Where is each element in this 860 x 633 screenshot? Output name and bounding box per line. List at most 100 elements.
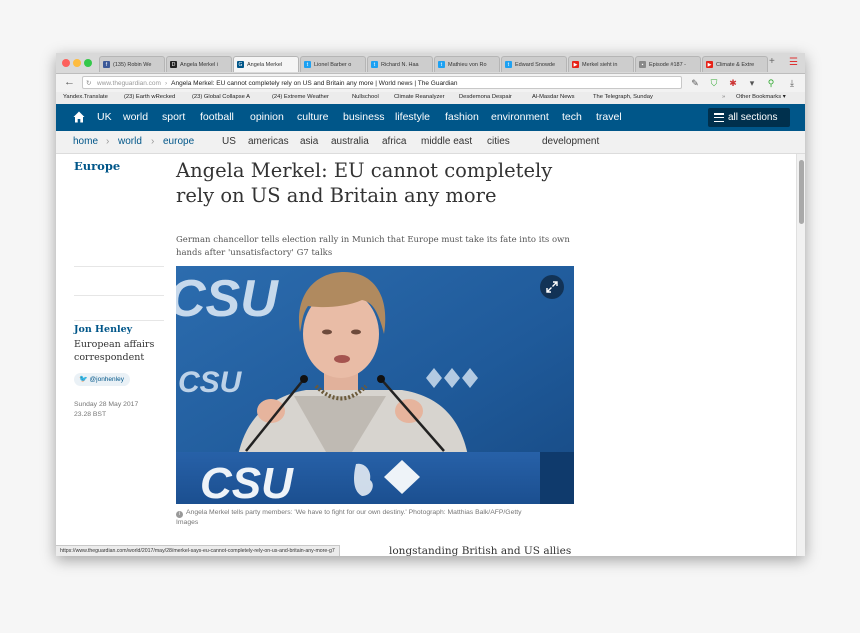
- subnav-link-asia[interactable]: asia: [300, 136, 318, 147]
- nav-item-uk[interactable]: UK: [97, 111, 112, 123]
- twitter-handle-button[interactable]: 🐦 @jonhenley: [74, 373, 130, 386]
- browser-tab[interactable]: D Angela Merkel i: [166, 56, 232, 72]
- nav-item-opinion[interactable]: opinion: [250, 111, 284, 123]
- tab-list: f (135) Robin We D Angela Merkel i G Angela M…: [99, 56, 769, 73]
- nav-item-sport[interactable]: sport: [162, 111, 185, 123]
- bookmark-item[interactable]: Nullschool: [352, 94, 379, 100]
- nav-item-world[interactable]: world: [123, 111, 148, 123]
- breadcrumb-separator-icon: ›: [151, 136, 155, 147]
- expand-photo-button[interactable]: [540, 275, 564, 299]
- menu-icon: [714, 113, 724, 124]
- photo-caption: i Angela Merkel tells party members: 'We …: [176, 508, 536, 528]
- nav-item-football[interactable]: football: [200, 111, 234, 123]
- nav-item-fashion[interactable]: fashion: [445, 111, 479, 123]
- scrollbar[interactable]: [796, 154, 805, 556]
- divider: [74, 295, 164, 296]
- browser-tab[interactable]: ▶ Climate & Extre: [702, 56, 768, 72]
- all-sections-button[interactable]: all sections: [708, 108, 790, 127]
- nav-item-travel[interactable]: travel: [596, 111, 622, 123]
- new-tab-icon[interactable]: +: [769, 56, 775, 67]
- toolbar: ← ↻ www.theguardian.com › Angela Merkel: E…: [56, 74, 805, 92]
- search-extension-icon[interactable]: ⚲: [766, 78, 776, 88]
- twitter-icon: t: [505, 61, 512, 68]
- browser-tab[interactable]: t Richard N. Haa: [367, 56, 433, 72]
- article-body-text: longstanding British and US allies: [389, 545, 572, 556]
- section-label[interactable]: Europe: [74, 159, 120, 173]
- browser-tab[interactable]: t Lionel Barber o: [300, 56, 366, 72]
- author-role: European affairs correspondent: [74, 339, 155, 363]
- caption-text: Angela Merkel tells party members: 'We h…: [176, 509, 522, 526]
- nav-item-business[interactable]: business: [343, 111, 384, 123]
- home-icon[interactable]: [73, 111, 85, 123]
- address-bar[interactable]: ↻ www.theguardian.com › Angela Merkel: EU …: [82, 76, 682, 89]
- browser-tab[interactable]: f (135) Robin We: [99, 56, 165, 72]
- bug-extension-icon[interactable]: ✱: [728, 78, 738, 88]
- breadcrumb-world[interactable]: world: [118, 136, 142, 147]
- podium-csu-text: CSU: [200, 459, 294, 504]
- nav-item-culture[interactable]: culture: [297, 111, 329, 123]
- bookmarks-overflow-icon[interactable]: »: [722, 94, 725, 100]
- bookmark-item[interactable]: (23) Earth wRecked: [124, 94, 175, 100]
- bookmark-item[interactable]: (24) Extreme Weather: [272, 94, 329, 100]
- bookmark-item[interactable]: (23) Global Collapse A: [192, 94, 250, 100]
- divider: [74, 320, 164, 321]
- twitter-icon: t: [304, 61, 311, 68]
- subnav-link-australia[interactable]: australia: [331, 136, 369, 147]
- bookmark-item[interactable]: Climate Reanalyzer: [394, 94, 445, 100]
- url-page-title: Angela Merkel: EU cannot completely rely…: [171, 80, 458, 87]
- author-name[interactable]: Jon Henley: [74, 324, 132, 335]
- article-photo[interactable]: CSU CSU CSU: [176, 266, 574, 504]
- browser-tab[interactable]: ▪ Episode #187 -: [635, 56, 701, 72]
- sub-nav: home › world › europe US americas asia australia…: [56, 131, 805, 154]
- twitter-handle: @jonhenley: [89, 376, 124, 383]
- nav-item-tech[interactable]: tech: [562, 111, 582, 123]
- browser-tab[interactable]: t Mathieu von Ro: [434, 56, 500, 72]
- expand-icon: [546, 281, 558, 293]
- subnav-link-americas[interactable]: americas: [248, 136, 289, 147]
- headline: Angela Merkel: EU cannot completely rely…: [176, 158, 576, 208]
- subnav-link-development[interactable]: development: [542, 136, 599, 147]
- other-bookmarks[interactable]: Other Bookmarks ▾: [736, 94, 786, 100]
- dictionary-icon: D: [170, 61, 177, 68]
- browser-tab-label: Angela Merkel: [247, 61, 283, 68]
- pocket-extension-icon[interactable]: ▾: [747, 78, 757, 88]
- merkel-photo: CSU CSU CSU: [176, 266, 574, 504]
- browser-tab[interactable]: G Angela Merkel: [233, 56, 299, 72]
- download-icon[interactable]: ⤓: [787, 78, 797, 88]
- nav-item-environment[interactable]: environment: [491, 111, 549, 123]
- bookmark-item[interactable]: The Telegraph, Sunday: [593, 94, 653, 100]
- browser-tab[interactable]: t Edward Snowde: [501, 56, 567, 72]
- browser-tab-label: Edward Snowde: [515, 61, 556, 68]
- close-window-button[interactable]: [62, 59, 70, 67]
- all-sections-label: all sections: [728, 112, 778, 123]
- back-arrow-icon[interactable]: ←: [64, 76, 75, 88]
- browser-tab[interactable]: ▶ Merkel sieht in: [568, 56, 634, 72]
- info-icon: i: [176, 511, 183, 518]
- subnav-link-US[interactable]: US: [222, 136, 236, 147]
- nav-item-lifestyle[interactable]: lifestyle: [395, 111, 430, 123]
- reload-icon[interactable]: ↻: [86, 77, 91, 88]
- subnav-link-africa[interactable]: africa: [382, 136, 406, 147]
- shield-extension-icon[interactable]: ⛉: [709, 78, 719, 88]
- photo-csu-text-top: CSU: [176, 270, 279, 328]
- scrollbar-thumb[interactable]: [799, 160, 804, 224]
- headline-line-1: Angela Merkel: EU cannot completely: [176, 159, 553, 182]
- translate-extension-icon[interactable]: ✎: [690, 78, 700, 88]
- page-icon: ▪: [639, 61, 646, 68]
- youtube-icon: ▶: [572, 61, 579, 68]
- hamburger-menu-icon[interactable]: ☰: [789, 57, 798, 68]
- subnav-link-cities[interactable]: cities: [487, 136, 510, 147]
- guardian-nav: all sections UK world sport football opinion…: [56, 104, 805, 131]
- bookmark-item[interactable]: Yandex.Translate: [63, 94, 108, 100]
- bookmark-item[interactable]: Al-Masdar News: [532, 94, 575, 100]
- publish-date-day: Sunday 28 May 2017: [74, 401, 139, 408]
- bookmark-item[interactable]: Desdemona Despair: [459, 94, 512, 100]
- minimize-window-button[interactable]: [73, 59, 81, 67]
- browser-window: f (135) Robin We D Angela Merkel i G Angela M…: [56, 53, 805, 556]
- zoom-window-button[interactable]: [84, 59, 92, 67]
- youtube-icon: ▶: [706, 61, 713, 68]
- breadcrumb-europe[interactable]: europe: [163, 136, 194, 147]
- browser-tab-label: Angela Merkel i: [180, 61, 218, 68]
- breadcrumb-home[interactable]: home: [73, 136, 98, 147]
- subnav-link-middle-east[interactable]: middle east: [421, 136, 472, 147]
